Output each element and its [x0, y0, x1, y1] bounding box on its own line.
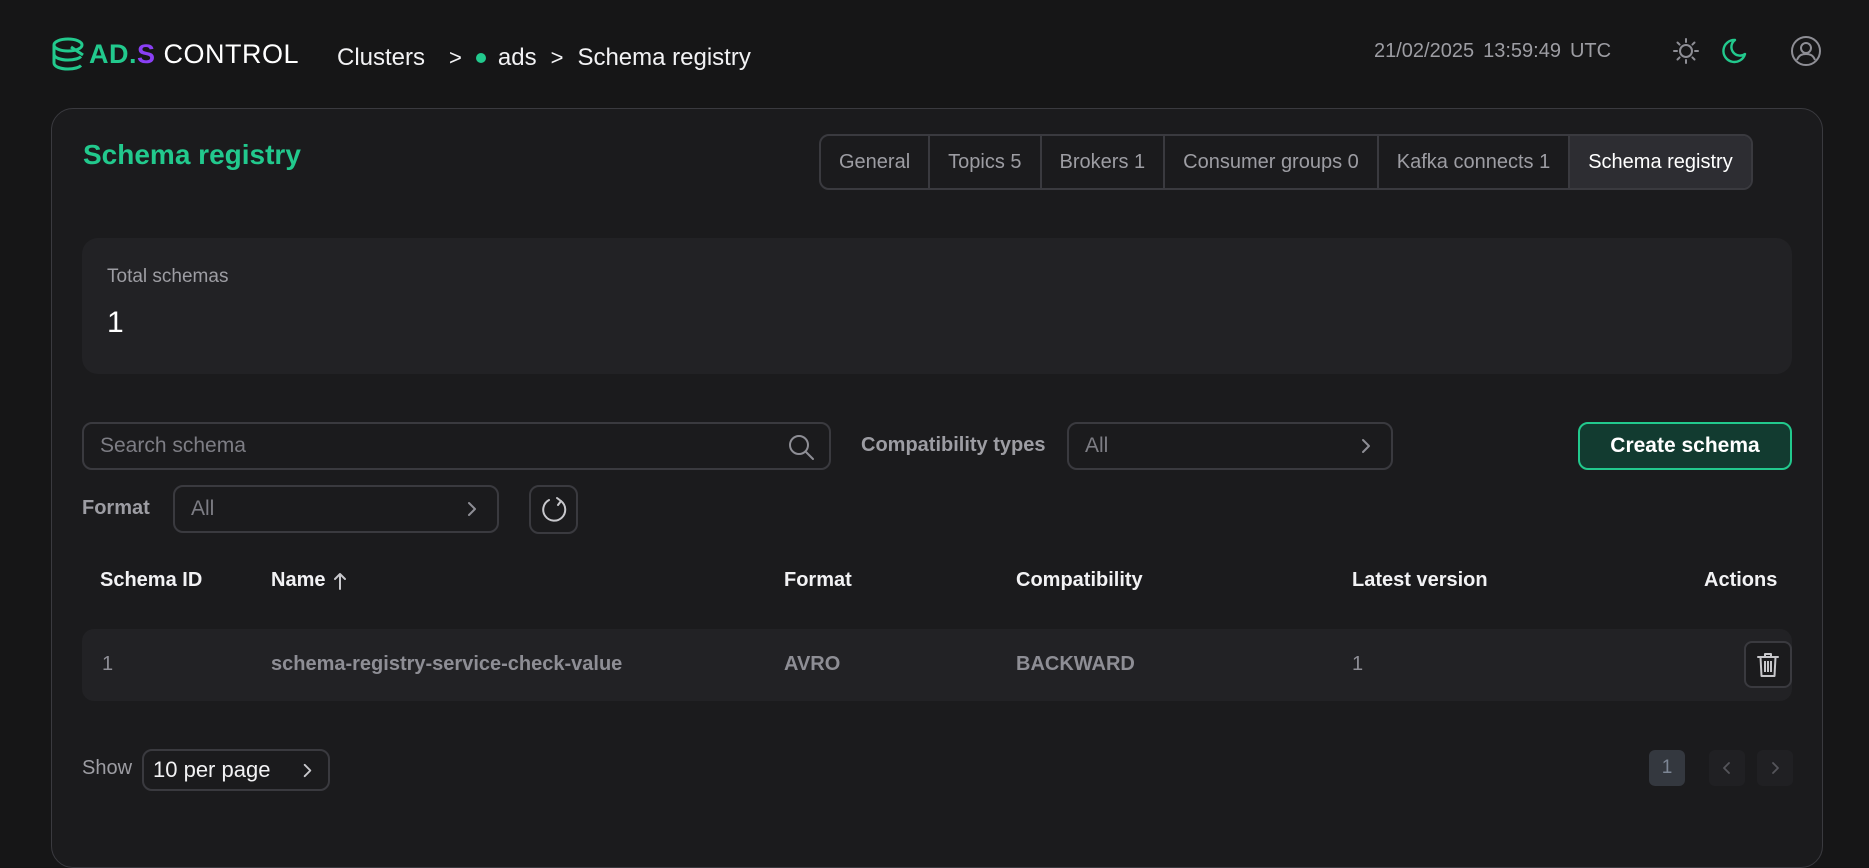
breadcrumb-clusters[interactable]: Clusters — [337, 44, 425, 72]
per-page-value: 10 per page — [153, 757, 271, 782]
create-schema-button[interactable]: Create schema — [1578, 422, 1792, 470]
logo-text-part: CONTROL — [163, 38, 300, 69]
chevron-right-icon — [303, 763, 312, 778]
format-label: Format — [82, 497, 150, 519]
page-button-current[interactable]: 1 — [1649, 750, 1685, 786]
column-header-name[interactable]: Name — [271, 569, 347, 592]
tab-consumer-groups[interactable]: Consumer groups 0 — [1165, 136, 1379, 188]
search-input[interactable] — [100, 424, 770, 468]
moon-icon[interactable] — [1720, 37, 1748, 65]
trash-icon — [1757, 652, 1779, 677]
tab-topics[interactable]: Topics 5 — [930, 136, 1042, 188]
refresh-button[interactable] — [529, 485, 578, 534]
main-panel: Schema registry General Topics 5 Brokers… — [51, 108, 1823, 868]
breadcrumb-separator: > — [449, 45, 462, 70]
logo-text-part: AD. — [89, 38, 137, 69]
column-header-actions: Actions — [1704, 569, 1778, 591]
page-title: Schema registry — [83, 139, 301, 170]
table-header: Schema ID Name Format Compatibility Late… — [82, 559, 1792, 603]
top-bar: AD.S CONTROL Clusters > ads > Schema regi… — [0, 0, 1869, 108]
total-schemas-card: Total schemas 1 — [82, 238, 1792, 374]
delete-schema-button[interactable] — [1744, 641, 1792, 688]
column-header-compatibility[interactable]: Compatibility — [1016, 569, 1143, 592]
cell-compatibility: BACKWARD — [1016, 653, 1135, 675]
chevron-right-icon — [468, 502, 476, 516]
logo-text-part: S — [137, 38, 156, 69]
column-header-latest-version[interactable]: Latest version — [1352, 569, 1488, 592]
cluster-tabs: General Topics 5 Brokers 1 Consumer grou… — [819, 134, 1753, 190]
compatibility-types-label: Compatibility types — [861, 434, 1046, 456]
stat-label: Total schemas — [107, 266, 229, 287]
search-box — [82, 422, 831, 470]
time-text: 13:59:49 — [1483, 40, 1561, 62]
table-row[interactable]: 1 schema-registry-service-check-value AV… — [82, 629, 1792, 701]
chevron-left-icon — [1723, 762, 1730, 774]
prev-page-button[interactable] — [1709, 750, 1745, 786]
cell-schema-id: 1 — [102, 653, 114, 675]
breadcrumb-separator: > — [550, 45, 564, 70]
column-header-schema-id[interactable]: Schema ID — [100, 569, 202, 592]
cell-format: AVRO — [784, 653, 841, 675]
per-page-select[interactable]: 10 per page — [142, 749, 330, 791]
app-logo[interactable]: AD.S CONTROL — [51, 34, 299, 74]
column-header-name-label: Name — [271, 569, 326, 591]
cell-name[interactable]: schema-registry-service-check-value — [271, 653, 622, 676]
format-select[interactable]: All — [173, 485, 499, 533]
column-header-format[interactable]: Format — [784, 569, 852, 592]
chevron-right-icon — [1362, 439, 1370, 453]
show-label: Show — [82, 757, 133, 779]
search-icon[interactable] — [787, 433, 815, 461]
sun-icon[interactable] — [1672, 37, 1700, 65]
tab-kafka-connects[interactable]: Kafka connects 1 — [1379, 136, 1571, 188]
tab-general[interactable]: General — [821, 136, 931, 188]
breadcrumb-cluster[interactable]: ads — [498, 44, 537, 72]
cluster-status-dot — [475, 53, 486, 63]
tab-schema-registry[interactable]: Schema registry — [1570, 136, 1751, 188]
logo-text: AD.S CONTROL — [89, 38, 300, 69]
format-select-value: All — [191, 497, 215, 520]
compatibility-select-value: All — [1085, 434, 1109, 457]
stat-value: 1 — [107, 306, 124, 339]
server-datetime: 21/02/2025 13:59:49 UTC — [1374, 40, 1611, 63]
breadcrumb: Clusters > ads > Schema registry — [337, 44, 751, 72]
user-icon[interactable] — [1790, 35, 1822, 67]
cell-latest-version: 1 — [1352, 653, 1364, 675]
chevron-right-icon — [1772, 762, 1779, 774]
date-text: 21/02/2025 — [1374, 40, 1475, 62]
refresh-icon — [541, 496, 566, 522]
compatibility-types-select[interactable]: All — [1067, 422, 1393, 470]
breadcrumb-current-page: Schema registry — [577, 44, 751, 71]
next-page-button[interactable] — [1757, 750, 1793, 786]
sort-ascending-icon — [334, 572, 347, 590]
logo-icon — [52, 37, 84, 71]
timezone-text: UTC — [1569, 40, 1612, 62]
tab-brokers[interactable]: Brokers 1 — [1042, 136, 1166, 188]
